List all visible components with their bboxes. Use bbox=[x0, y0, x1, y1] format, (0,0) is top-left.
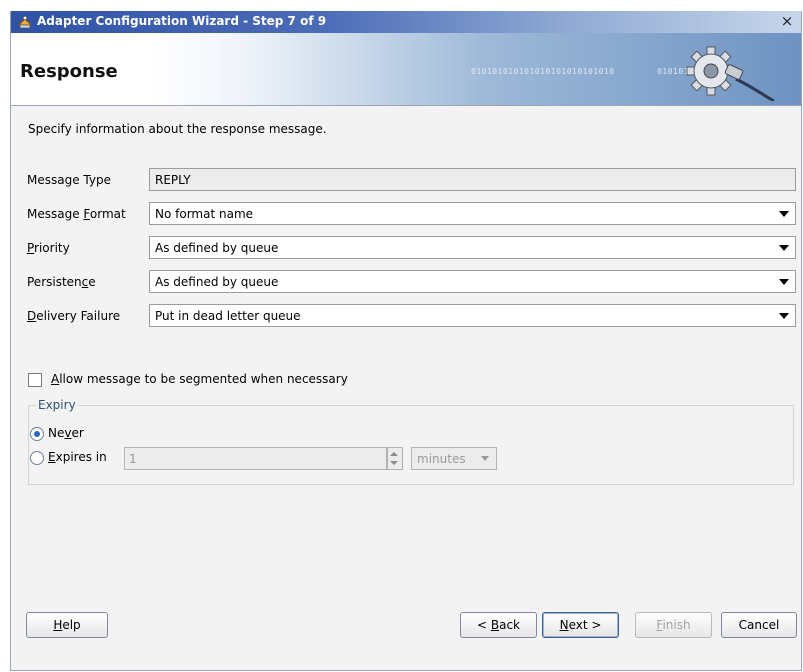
delivery-failure-label: Delivery Failure bbox=[27, 309, 121, 323]
wizard-content: Specify information about the response m… bbox=[11, 106, 801, 611]
priority-label: Priority bbox=[27, 241, 70, 255]
help-button[interactable]: Help bbox=[26, 612, 108, 638]
page-title: Response bbox=[20, 61, 118, 82]
chevron-down-icon bbox=[779, 279, 789, 285]
message-format-value: No format name bbox=[155, 207, 254, 221]
spinner-up-icon[interactable] bbox=[390, 452, 398, 456]
instruction-text: Specify information about the response m… bbox=[28, 122, 327, 136]
expires-in-label[interactable]: Expires in bbox=[48, 450, 107, 464]
never-radio-label[interactable]: Never bbox=[48, 426, 84, 440]
persistence-label: Persistence bbox=[27, 275, 96, 289]
message-type-field: REPLY bbox=[149, 168, 796, 191]
segment-checkbox[interactable] bbox=[28, 373, 42, 387]
expires-in-radio[interactable] bbox=[30, 451, 44, 465]
chevron-down-icon bbox=[481, 456, 489, 461]
delivery-failure-select[interactable]: Put in dead letter queue bbox=[149, 304, 796, 327]
chevron-down-icon bbox=[779, 313, 789, 319]
segment-checkbox-label[interactable]: Allow message to be segmented when neces… bbox=[51, 372, 348, 386]
expiry-unit-select[interactable]: minutes bbox=[411, 447, 497, 470]
radio-selected-dot bbox=[34, 431, 40, 437]
window-title: Adapter Configuration Wizard - Step 7 of… bbox=[37, 14, 327, 28]
persistence-value: As defined by queue bbox=[155, 275, 279, 289]
adapter-wizard-icon bbox=[17, 15, 33, 29]
expiry-amount-input[interactable]: 1 bbox=[124, 447, 387, 470]
never-radio[interactable] bbox=[30, 427, 44, 441]
message-type-label: Message Type bbox=[27, 173, 111, 187]
message-format-label: Message Format bbox=[27, 207, 126, 221]
back-button[interactable]: < Back bbox=[460, 612, 537, 638]
chevron-down-icon bbox=[779, 211, 789, 217]
spinner-down-icon[interactable] bbox=[390, 461, 398, 465]
expiry-unit-value: minutes bbox=[417, 452, 466, 466]
next-button[interactable]: Next > bbox=[542, 612, 619, 638]
wizard-banner: Response 010101010101010101010101010 010… bbox=[11, 33, 801, 106]
cancel-button[interactable]: Cancel bbox=[721, 612, 797, 638]
title-bar: Adapter Configuration Wizard - Step 7 of… bbox=[11, 11, 801, 33]
priority-value: As defined by queue bbox=[155, 241, 279, 255]
persistence-select[interactable]: As defined by queue bbox=[149, 270, 796, 293]
delivery-failure-value: Put in dead letter queue bbox=[155, 309, 301, 323]
wizard-window: Adapter Configuration Wizard - Step 7 of… bbox=[10, 11, 802, 671]
expiry-amount-spinner[interactable] bbox=[387, 447, 403, 470]
message-format-select[interactable]: No format name bbox=[149, 202, 796, 225]
expiry-group bbox=[28, 405, 794, 485]
close-icon[interactable]: × bbox=[779, 13, 795, 29]
gear-plug-icon bbox=[686, 46, 775, 101]
message-type-value: REPLY bbox=[155, 173, 191, 187]
expiry-group-title: Expiry bbox=[36, 398, 78, 412]
finish-button: Finish bbox=[635, 612, 712, 638]
priority-select[interactable]: As defined by queue bbox=[149, 236, 796, 259]
chevron-down-icon bbox=[779, 245, 789, 251]
